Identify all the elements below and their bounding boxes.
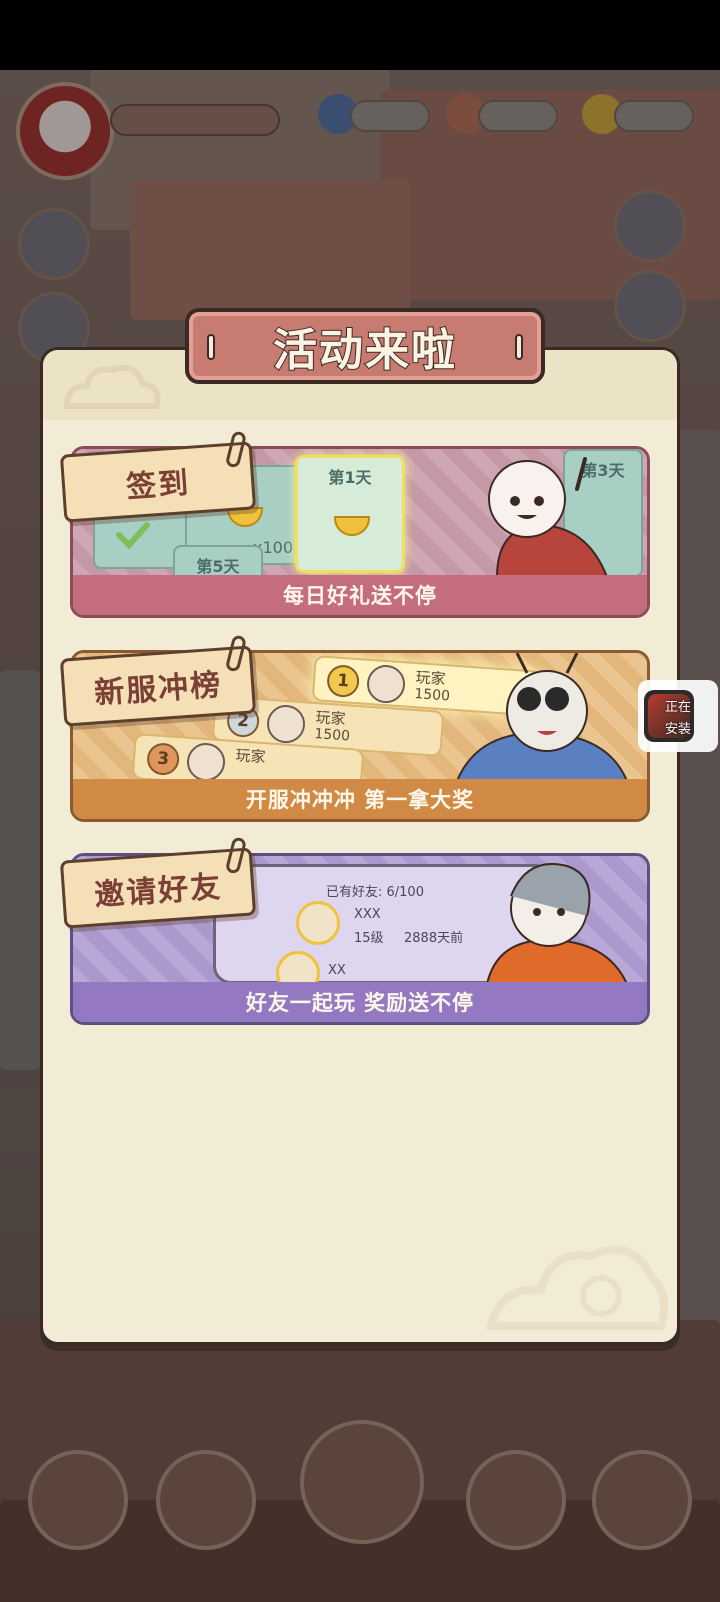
rank-subtitle: 开服冲冲冲 第一拿大奖	[73, 779, 647, 819]
banner-pin-icon	[207, 334, 215, 360]
ingot-icon	[334, 516, 370, 536]
signin-subtitle: 每日好礼送不停	[73, 575, 647, 615]
character-grey-hair-icon	[485, 863, 629, 984]
player-face-icon	[365, 663, 407, 705]
invite-subtitle: 好友一起玩 奖励送不停	[73, 982, 647, 1022]
modal-title: 活动来啦	[272, 324, 457, 377]
friend-avatar-icon	[296, 901, 340, 945]
status-bar	[0, 0, 720, 70]
cloud-ornament-icon	[63, 364, 161, 409]
player-face-icon	[185, 741, 227, 783]
character-deer-icon	[455, 653, 629, 781]
cloud-ornament-icon	[485, 1245, 669, 1330]
tag-signin[interactable]: 签到	[59, 430, 257, 523]
install-toast[interactable]: 正在 安装	[638, 680, 718, 752]
character-white-hair-icon	[488, 457, 609, 577]
modal-title-banner: 活动来啦	[185, 308, 545, 384]
player-face-icon	[265, 703, 307, 745]
tag-invite[interactable]: 邀请好友	[59, 836, 257, 929]
checkmark-icon	[116, 522, 150, 549]
tag-rank[interactable]: 新服冲榜	[59, 634, 257, 727]
banner-pin-icon	[515, 334, 523, 360]
